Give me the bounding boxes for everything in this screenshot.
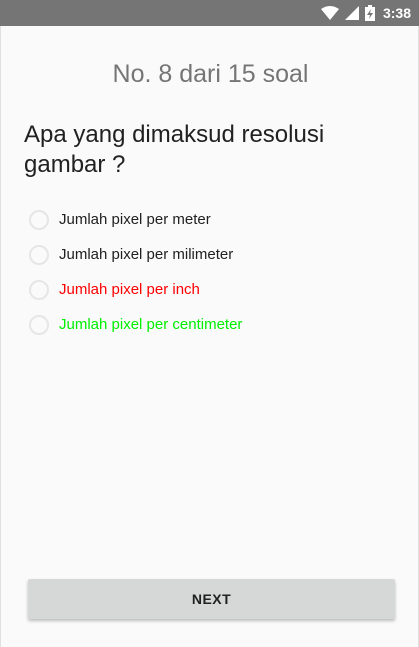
radio-button[interactable] xyxy=(29,209,49,230)
answer-label: Jumlah pixel per meter xyxy=(59,211,211,228)
answer-option-2[interactable]: Jumlah pixel per milimeter xyxy=(29,237,399,272)
signal-icon xyxy=(344,6,359,20)
radio-button[interactable] xyxy=(29,314,49,335)
radio-button[interactable] xyxy=(29,279,49,300)
question-text: Apa yang dimaksud resolusi gambar ? xyxy=(24,121,325,178)
answer-options: Jumlah pixel per meter Jumlah pixel per … xyxy=(29,202,399,342)
status-bar: 3:38 xyxy=(0,0,419,26)
wifi-icon xyxy=(320,6,339,20)
answer-label: Jumlah pixel per centimeter xyxy=(59,316,243,333)
answer-label: Jumlah pixel per inch xyxy=(59,281,200,298)
answer-option-3[interactable]: Jumlah pixel per inch xyxy=(29,272,399,307)
answer-label: Jumlah pixel per milimeter xyxy=(59,246,234,263)
next-button[interactable]: NEXT xyxy=(28,579,395,619)
battery-charging-icon xyxy=(364,5,375,21)
answer-option-1[interactable]: Jumlah pixel per meter xyxy=(29,202,399,237)
quiz-screen: No. 8 dari 15 soal Apa yang dimaksud res… xyxy=(0,26,419,647)
radio-button[interactable] xyxy=(29,244,49,265)
answer-option-4[interactable]: Jumlah pixel per centimeter xyxy=(29,307,399,342)
status-time: 3:38 xyxy=(382,5,411,21)
question-counter: No. 8 dari 15 soal xyxy=(112,60,309,88)
